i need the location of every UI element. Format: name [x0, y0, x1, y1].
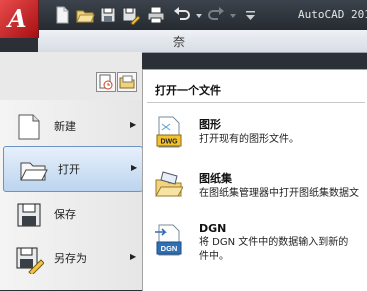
new-icon[interactable]: [52, 5, 72, 25]
quick-access-menu-icon[interactable]: [244, 5, 258, 25]
search-bar-text: 奈: [173, 35, 186, 49]
app-title: AutoCAD 201: [298, 8, 367, 21]
submenu-item-drawing[interactable]: DWG 图形 打开现有的图形文件。: [143, 114, 367, 158]
save-as-icon[interactable]: [120, 5, 140, 25]
menu-search-bar[interactable]: 奈: [38, 30, 367, 53]
open-submenu: 打开一个文件 DWG 图形 打开现有的图形文件。 图纸集 在图纸集管理器中打开图…: [142, 69, 367, 291]
save-disk-icon: [17, 203, 41, 227]
submenu-arrow-icon: ▶: [130, 252, 137, 261]
submenu-item-description: 在图纸集管理器中打开图纸集数据文: [199, 188, 359, 199]
submenu-item-sheet-set[interactable]: 图纸集 在图纸集管理器中打开图纸集数据文: [143, 168, 367, 212]
open-icon[interactable]: [75, 5, 95, 25]
submenu-item-title: 图纸集: [199, 172, 232, 185]
save-as-icon: [16, 247, 44, 274]
sheet-set-icon: [155, 171, 183, 197]
open-documents-button[interactable]: [117, 72, 137, 92]
submenu-item-title: DGN: [199, 222, 227, 235]
submenu-item-title: 图形: [199, 118, 221, 131]
menu-item-save[interactable]: 保存: [0, 192, 142, 236]
menu-item-save-as[interactable]: 另存为 ▶: [0, 236, 142, 280]
menu-item-label: 新建: [54, 120, 76, 133]
submenu-arrow-icon: ▶: [130, 120, 137, 129]
redo-icon[interactable]: [206, 5, 226, 25]
recent-documents-icon: [99, 74, 113, 90]
save-icon[interactable]: [98, 5, 118, 25]
print-icon[interactable]: [146, 5, 166, 25]
dgn-file-icon: DGN: [155, 224, 182, 256]
submenu-item-dgn[interactable]: DGN DGN 将 DGN 文件中的数据输入到新的 件中。: [143, 222, 367, 278]
menu-item-new[interactable]: 新建 ▶: [0, 104, 142, 148]
title-bar: AutoCAD 201: [0, 0, 367, 30]
menu-item-label: 打开: [58, 163, 80, 176]
undo-icon[interactable]: [172, 5, 192, 25]
open-documents-icon: [119, 75, 135, 89]
application-menu-button[interactable]: A: [0, 0, 39, 38]
recent-documents-button[interactable]: [96, 72, 116, 92]
menu-item-label: 另存为: [54, 252, 87, 265]
dwg-file-icon: DWG: [156, 116, 182, 148]
undo-dropdown-icon[interactable]: [194, 5, 204, 25]
submenu-item-description: 将 DGN 文件中的数据输入到新的: [199, 237, 349, 248]
submenu-arrow-icon: ▶: [131, 163, 138, 172]
menu-toolbar: [0, 52, 142, 100]
redo-dropdown-icon[interactable]: [228, 5, 238, 25]
submenu-item-description-line-2: 件中。: [199, 251, 229, 262]
open-folder-icon: [20, 162, 48, 181]
menu-item-open[interactable]: 打开 ▶: [3, 146, 143, 192]
menu-item-label: 保存: [54, 208, 76, 221]
dwg-badge-label: DWG: [160, 139, 178, 146]
submenu-title: 打开一个文件: [155, 84, 221, 97]
dgn-badge-label: DGN: [161, 244, 178, 253]
autocad-logo-icon: A: [8, 4, 27, 33]
divider: [147, 102, 365, 103]
new-document-icon: [18, 114, 40, 140]
application-menu: 新建 ▶ 打开 ▶ 保存 另存为 ▶: [0, 52, 143, 290]
submenu-item-description: 打开现有的图形文件。: [199, 134, 299, 145]
